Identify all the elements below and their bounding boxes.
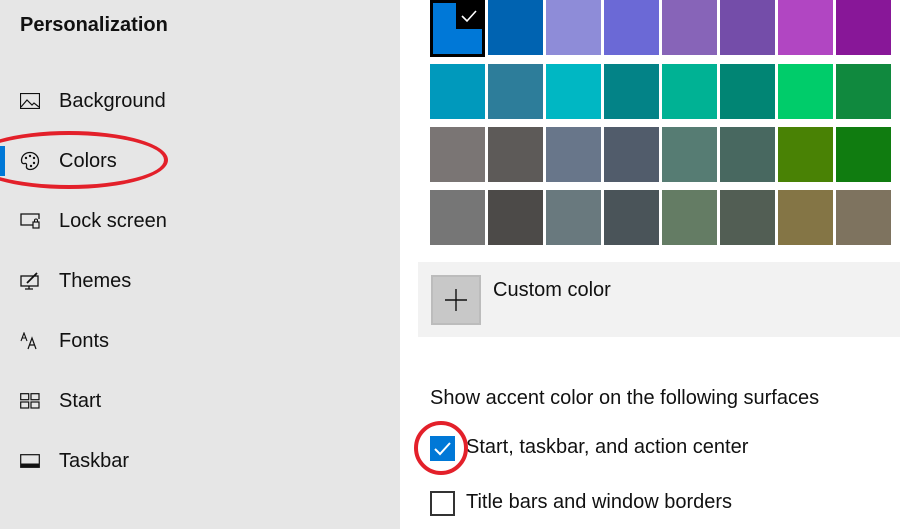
sidebar-item-label: Taskbar bbox=[59, 449, 130, 472]
color-swatch[interactable] bbox=[662, 0, 717, 55]
color-swatch[interactable] bbox=[836, 190, 891, 245]
checkbox-checked[interactable] bbox=[430, 436, 455, 461]
settings-window: Personalization Background Colors Lock s… bbox=[0, 0, 900, 529]
sidebar-item-fonts[interactable]: Fonts bbox=[0, 316, 400, 366]
sidebar-item-lock-screen[interactable]: Lock screen bbox=[0, 196, 400, 246]
color-swatch[interactable] bbox=[546, 190, 601, 245]
color-swatch[interactable] bbox=[778, 127, 833, 182]
fonts-icon bbox=[20, 331, 40, 351]
color-swatch[interactable] bbox=[488, 0, 543, 55]
sidebar-item-background[interactable]: Background bbox=[0, 76, 400, 126]
sidebar-item-label: Fonts bbox=[59, 329, 110, 352]
color-swatch[interactable] bbox=[662, 190, 717, 245]
color-swatch[interactable] bbox=[430, 190, 485, 245]
color-swatch[interactable] bbox=[720, 64, 775, 119]
color-swatch[interactable] bbox=[546, 0, 601, 55]
color-swatch[interactable] bbox=[720, 0, 775, 55]
color-swatch[interactable] bbox=[546, 127, 601, 182]
image-icon bbox=[20, 91, 40, 111]
checkbox-title-bars[interactable]: Title bars and window borders bbox=[430, 491, 790, 521]
color-swatch[interactable] bbox=[488, 190, 543, 245]
checkmark-icon bbox=[456, 3, 482, 29]
checkbox-label: Start, taskbar, and action center bbox=[466, 436, 749, 458]
sidebar-item-label: Start bbox=[59, 389, 102, 412]
checkbox-start-taskbar[interactable]: Start, taskbar, and action center bbox=[430, 436, 790, 466]
color-swatch[interactable] bbox=[720, 190, 775, 245]
color-swatch[interactable] bbox=[778, 64, 833, 119]
color-swatch[interactable] bbox=[430, 64, 485, 119]
sidebar-item-label: Themes bbox=[59, 269, 132, 292]
checkbox-label: Title bars and window borders bbox=[466, 491, 733, 513]
custom-color-button[interactable]: Custom color bbox=[418, 262, 900, 337]
sidebar-item-themes[interactable]: Themes bbox=[0, 256, 400, 306]
color-swatch[interactable] bbox=[778, 190, 833, 245]
sidebar: Personalization Background Colors Lock s… bbox=[0, 0, 400, 529]
color-swatch[interactable] bbox=[546, 64, 601, 119]
checkbox-unchecked[interactable] bbox=[430, 491, 455, 516]
color-swatch[interactable] bbox=[836, 127, 891, 182]
color-swatch[interactable] bbox=[604, 64, 659, 119]
color-swatch[interactable] bbox=[488, 64, 543, 119]
sidebar-title: Personalization bbox=[20, 14, 168, 36]
color-swatch[interactable] bbox=[488, 127, 543, 182]
lock-screen-icon bbox=[20, 211, 40, 231]
custom-color-label: Custom color bbox=[493, 279, 611, 301]
sidebar-item-label: Colors bbox=[59, 149, 117, 172]
color-swatch[interactable] bbox=[604, 190, 659, 245]
sidebar-item-taskbar[interactable]: Taskbar bbox=[0, 436, 400, 486]
color-swatch[interactable] bbox=[604, 127, 659, 182]
color-swatch[interactable] bbox=[430, 0, 485, 57]
sidebar-item-colors[interactable]: Colors bbox=[0, 136, 400, 186]
color-swatch[interactable] bbox=[778, 0, 833, 55]
themes-icon bbox=[20, 271, 40, 291]
color-swatch[interactable] bbox=[662, 64, 717, 119]
color-swatch[interactable] bbox=[604, 0, 659, 55]
start-icon bbox=[20, 391, 40, 411]
taskbar-icon bbox=[20, 451, 40, 471]
sidebar-item-label: Lock screen bbox=[59, 209, 167, 232]
plus-icon bbox=[431, 275, 481, 325]
color-swatch[interactable] bbox=[720, 127, 775, 182]
sidebar-item-label: Background bbox=[59, 89, 166, 112]
selection-indicator bbox=[0, 146, 5, 176]
color-swatch[interactable] bbox=[836, 0, 891, 55]
color-swatch[interactable] bbox=[662, 127, 717, 182]
surfaces-heading: Show accent color on the following surfa… bbox=[430, 387, 820, 409]
color-swatch[interactable] bbox=[430, 127, 485, 182]
palette-icon bbox=[20, 151, 40, 171]
color-swatch[interactable] bbox=[836, 64, 891, 119]
sidebar-item-start[interactable]: Start bbox=[0, 376, 400, 426]
